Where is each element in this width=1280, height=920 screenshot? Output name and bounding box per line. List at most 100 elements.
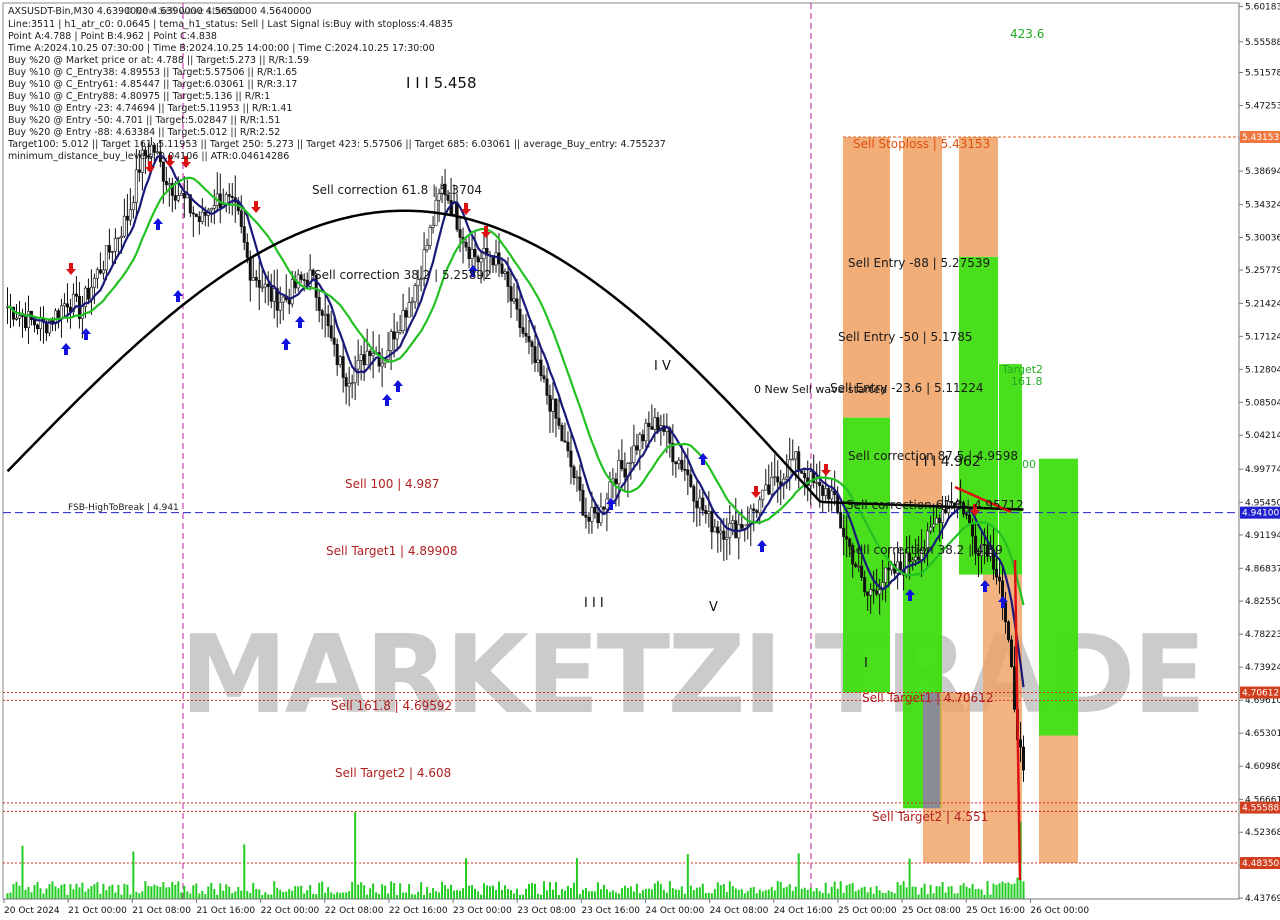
candle-body — [20, 315, 24, 317]
sell-zone — [1039, 735, 1078, 864]
price-chart[interactable]: MARKETZI TRADE Sell Stoploss | 5.43153Se… — [0, 0, 1280, 920]
candle-body — [602, 506, 606, 510]
volume-bar — [234, 891, 237, 899]
volume-bar — [824, 882, 827, 899]
volume-bar — [84, 891, 87, 899]
candle-body — [656, 417, 660, 431]
volume-bar — [599, 889, 602, 899]
overlay-title: 0 New Sell wave started — [126, 6, 241, 17]
candle-body — [674, 461, 678, 465]
volume-bar — [507, 889, 510, 899]
candle-body — [872, 589, 876, 592]
candle-body — [755, 510, 759, 514]
candle-body — [683, 469, 687, 471]
volume-bar — [303, 893, 306, 899]
candle-body — [644, 422, 648, 442]
volume-bar — [896, 882, 899, 899]
volume-bar — [875, 885, 878, 899]
price-tick-label: 4.65301 — [1245, 729, 1280, 739]
candle-body — [830, 490, 834, 500]
volume-bar — [605, 889, 608, 899]
volume-bar — [231, 893, 234, 899]
volume-bar — [782, 887, 785, 899]
volume-bar — [345, 892, 348, 899]
candle-body — [323, 313, 327, 316]
candle-body — [815, 481, 819, 484]
candle-body — [26, 310, 30, 329]
volume-bar — [153, 884, 156, 899]
volume-bar — [752, 886, 755, 899]
volume-bar — [267, 894, 270, 899]
info-line: Buy %10 @ C_Entry38: 4.89553 || Target:5… — [8, 67, 297, 78]
volume-bar — [198, 893, 201, 899]
volume-bar — [174, 884, 177, 899]
volume-bar — [300, 885, 303, 899]
volume-bar — [495, 889, 498, 899]
candle-body — [869, 589, 873, 596]
candle-body — [356, 360, 360, 370]
time-tick-label: 25 Oct 16:00 — [966, 906, 1025, 916]
volume-bar — [542, 881, 545, 899]
volume-bar — [923, 883, 926, 899]
volume-bar — [995, 884, 998, 899]
volume-bar — [279, 889, 282, 899]
candle-body — [686, 469, 690, 476]
volume-bar — [938, 886, 941, 899]
candle-body — [125, 215, 129, 221]
volume-bar — [465, 858, 468, 899]
volume-bar — [417, 891, 420, 899]
volume-bar — [396, 894, 399, 899]
candle-body — [680, 459, 684, 470]
volume-bar — [683, 893, 686, 899]
candle-body — [773, 476, 777, 479]
volume-bar — [584, 887, 587, 899]
volume-bar — [851, 882, 854, 899]
volume-bar — [986, 881, 989, 899]
volume-bar — [351, 881, 354, 899]
price-tick-label: 5.04214 — [1245, 431, 1280, 441]
volume-bar — [318, 882, 321, 899]
candle-body — [245, 242, 249, 258]
volume-bar — [105, 890, 108, 899]
candle-body — [821, 485, 825, 496]
volume-bar — [297, 886, 300, 899]
volume-bar — [695, 887, 698, 899]
candle-body — [776, 476, 780, 483]
info-line: Buy %20 @ Market price or at: 4.788 || T… — [8, 55, 309, 66]
time-tick-label: 23 Oct 16:00 — [581, 906, 640, 916]
candle-body — [110, 251, 114, 253]
price-level-label: Sell Target1 | 4.70612 — [862, 691, 994, 705]
price-level-label: Sell Target2 | 4.608 — [335, 766, 451, 780]
candle-body — [620, 460, 624, 469]
time-tick-label: 22 Oct 08:00 — [325, 906, 384, 916]
sell-zone — [959, 136, 998, 257]
volume-bar — [492, 885, 495, 899]
volume-bar — [324, 892, 327, 899]
volume-bar — [99, 893, 102, 899]
candle-body — [929, 526, 933, 532]
info-line: Target100: 5.012 || Target 161: 5.11953 … — [7, 139, 666, 150]
volume-bar — [791, 890, 794, 899]
volume-bar — [551, 889, 554, 899]
volume-bar — [360, 882, 363, 899]
volume-bar — [671, 888, 674, 899]
candle-body — [209, 208, 213, 211]
candle-body — [797, 451, 801, 472]
candle-body — [359, 354, 363, 361]
volume-bar — [908, 858, 911, 899]
volume-bar — [462, 888, 465, 899]
candle-body — [824, 488, 828, 496]
volume-bar — [249, 892, 252, 899]
volume-bar — [962, 883, 965, 899]
volume-bar — [9, 892, 12, 899]
volume-bar — [701, 883, 704, 899]
volume-bar — [483, 883, 486, 899]
candle-body — [809, 471, 813, 486]
wave-label: I I I 4.962 — [915, 454, 981, 470]
volume-bar — [530, 882, 533, 899]
candle-body — [164, 180, 168, 186]
info-line: Buy %20 @ Entry -88: 4.63384 || Target:5… — [8, 127, 280, 138]
volume-bar — [983, 894, 986, 899]
volume-bar — [848, 884, 851, 899]
volume-bar — [30, 892, 33, 899]
